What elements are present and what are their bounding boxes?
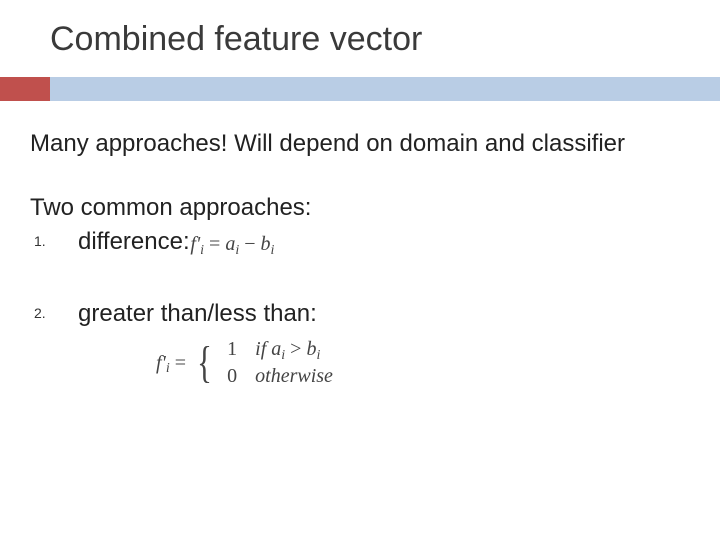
- eq-subscript: i: [281, 348, 285, 363]
- case-condition: otherwise: [255, 364, 333, 389]
- title-rule: [0, 77, 720, 101]
- rule-accent: [0, 77, 50, 101]
- eq-sign: =: [204, 233, 225, 255]
- approaches-subhead: Two common approaches:: [30, 193, 690, 223]
- eq-subscript: i: [166, 361, 170, 376]
- slide-title: Combined feature vector: [0, 20, 720, 59]
- eq-symbol: f': [190, 233, 200, 255]
- eq-subscript: i: [235, 243, 239, 258]
- eq-subscript: i: [200, 243, 204, 258]
- eq-lhs: f'i =: [156, 351, 186, 376]
- brace-icon: {: [197, 343, 212, 383]
- eq-symbol: a: [271, 338, 281, 360]
- eq-case: 1 if ai > bi: [223, 337, 333, 362]
- eq-symbol: a: [225, 233, 235, 255]
- list-item: 1. difference: f'i = ai − bi: [34, 227, 690, 257]
- intro-text: Many approaches! Will depend on domain a…: [30, 129, 690, 159]
- equation-difference: f'i = ai − bi: [190, 233, 274, 255]
- eq-symbol: f': [156, 352, 166, 374]
- eq-subscript: i: [271, 243, 275, 258]
- eq-case: 0 otherwise: [223, 364, 333, 389]
- list-number: 1.: [34, 233, 46, 251]
- eq-cases: 1 if ai > bi 0 otherwise: [223, 337, 333, 389]
- approaches-list: 1. difference: f'i = ai − bi 2. greater …: [30, 227, 690, 389]
- list-label: difference:: [78, 228, 190, 255]
- case-value: 1: [223, 337, 241, 362]
- eq-operator: >: [285, 338, 306, 360]
- case-condition: if ai > bi: [255, 337, 320, 362]
- eq-symbol: b: [261, 233, 271, 255]
- equation-piecewise: f'i = { 1 if ai > bi 0 otherwise: [156, 337, 690, 389]
- rule-line: [50, 77, 720, 101]
- eq-sign: =: [170, 352, 186, 374]
- slide-body: Many approaches! Will depend on domain a…: [0, 129, 720, 389]
- slide: Combined feature vector Many approaches!…: [0, 0, 720, 540]
- case-value: 0: [223, 364, 241, 389]
- eq-subscript: i: [316, 348, 320, 363]
- eq-operator: −: [239, 233, 260, 255]
- list-item: 2. greater than/less than: f'i = { 1 if …: [34, 299, 690, 389]
- list-number: 2.: [34, 305, 46, 323]
- eq-symbol: b: [306, 338, 316, 360]
- list-label: greater than/less than:: [78, 300, 317, 327]
- eq-text: if: [255, 338, 271, 360]
